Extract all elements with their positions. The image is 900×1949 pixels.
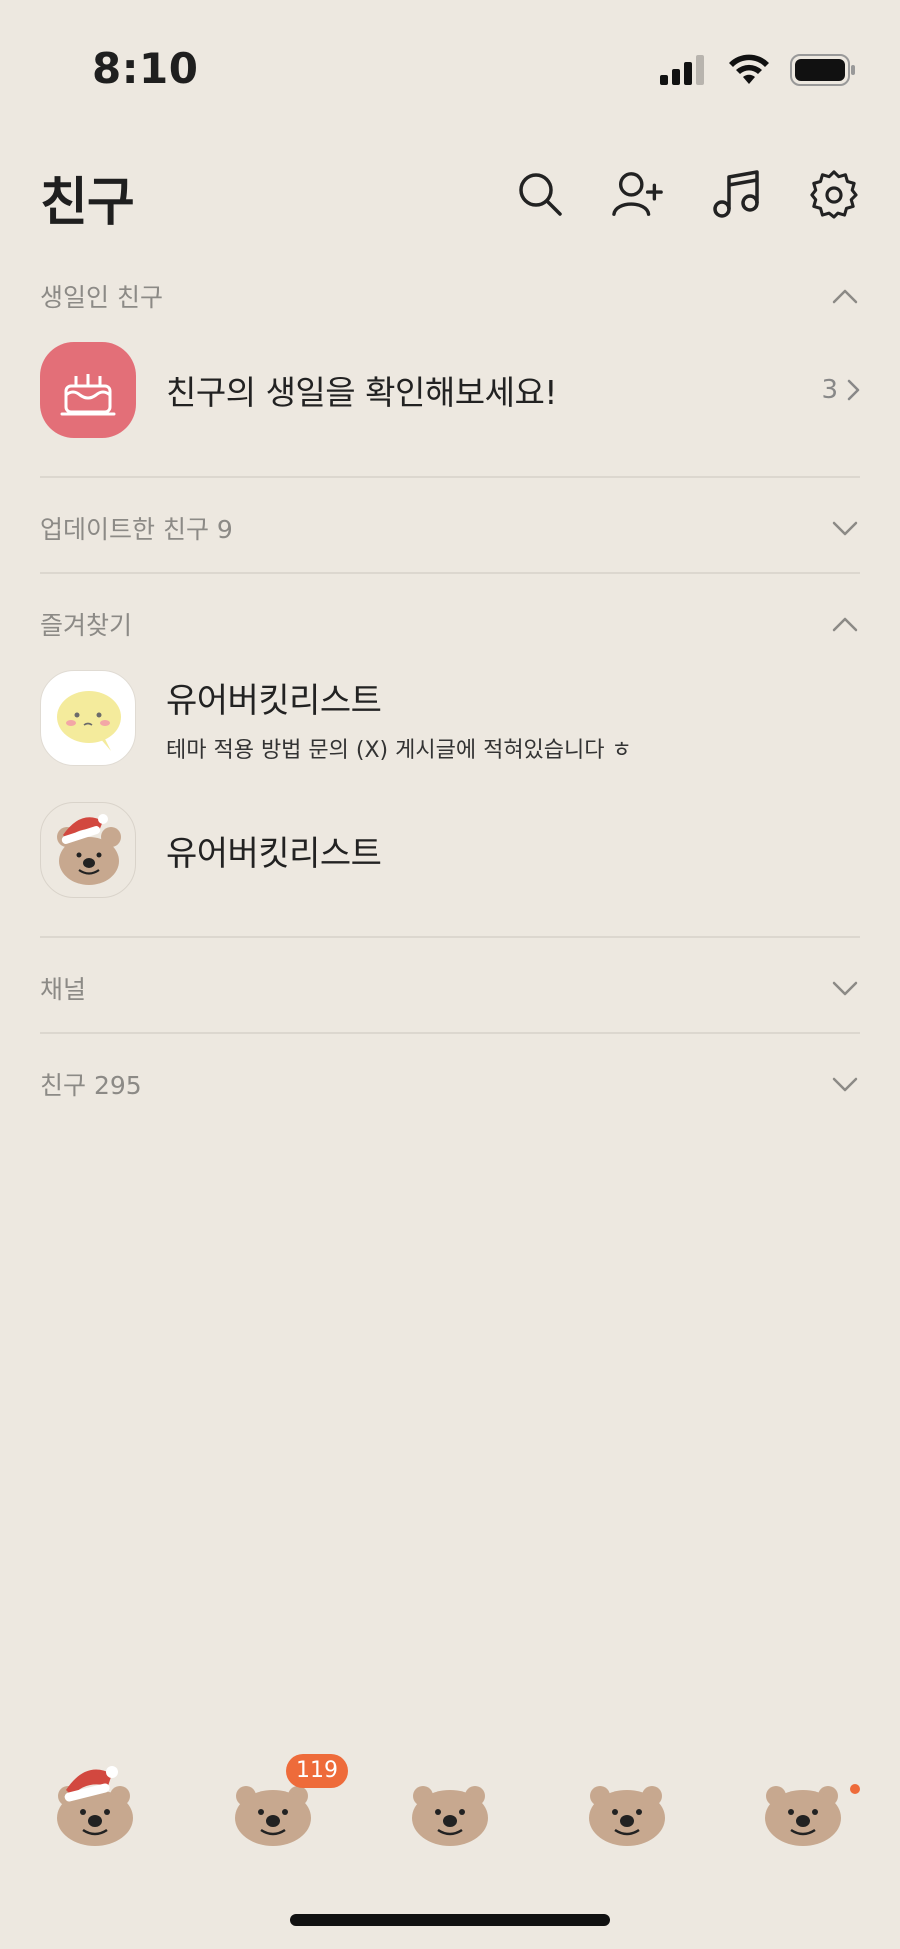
channel-section-header[interactable]: 채널 [40, 958, 860, 1018]
favorite-name: 유어버킷리스트 [166, 680, 382, 721]
chevron-down-icon[interactable] [830, 1069, 860, 1099]
status-bar: 8:10 [0, 0, 900, 140]
section-title-favorites: 즐겨찾기 [40, 611, 133, 640]
tab-more[interactable] [758, 1760, 860, 1850]
bear-avatar [40, 802, 136, 898]
divider [40, 572, 860, 574]
favorite-name: 유어버킷리스트 [166, 833, 382, 874]
tab-chats[interactable]: 119 [228, 1754, 348, 1850]
add-friend-icon[interactable] [612, 168, 664, 220]
new-indicator-dot [850, 1784, 860, 1794]
chevron-down-icon[interactable] [830, 973, 860, 1003]
tab-openchat[interactable] [405, 1760, 495, 1850]
status-time: 8:10 [92, 44, 199, 93]
music-icon[interactable] [710, 168, 762, 220]
birthday-cake-icon [40, 342, 136, 438]
battery-icon [790, 54, 855, 86]
signal-icon [660, 55, 704, 85]
speech-bubble-avatar [40, 670, 136, 766]
bear-icon [589, 1786, 665, 1846]
divider [40, 936, 860, 938]
divider [40, 476, 860, 478]
home-indicator [290, 1914, 610, 1926]
section-title-updated: 업데이트한 친구 9 [40, 515, 233, 544]
search-icon[interactable] [514, 168, 566, 220]
favorite-item[interactable]: 유어버킷리스트 테마 적용 방법 문의 (X) 게시글에 적혀있습니다 ㅎ [40, 670, 860, 766]
favorite-status-message: 테마 적용 방법 문의 (X) 게시글에 적혀있습니다 ㅎ [166, 737, 632, 763]
section-title-channel: 채널 [40, 975, 87, 1004]
updated-section-header[interactable]: 업데이트한 친구 9 [40, 498, 860, 558]
birthday-row[interactable]: 친구의 생일을 확인해보세요! 3 [40, 342, 860, 438]
tab-bar: 119 [0, 1754, 900, 1860]
section-title-friends: 친구 295 [40, 1071, 142, 1100]
favorite-item[interactable]: 유어버킷리스트 [40, 802, 860, 898]
tab-friends[interactable] [50, 1760, 140, 1850]
chevron-down-icon[interactable] [830, 513, 860, 543]
page-title: 친구 [40, 173, 135, 233]
bear-santa-icon [57, 1766, 133, 1846]
chats-unread-badge: 119 [286, 1754, 348, 1788]
birthday-section-header[interactable]: 생일인 친구 [40, 266, 860, 326]
divider [40, 1032, 860, 1034]
chevron-up-icon[interactable] [830, 609, 860, 639]
favorites-section-header[interactable]: 즐겨찾기 [40, 594, 860, 654]
chevron-right-icon [847, 379, 860, 401]
bear-icon [412, 1786, 488, 1846]
birthday-prompt: 친구의 생일을 확인해보세요! [166, 373, 558, 412]
chevron-up-icon[interactable] [830, 281, 860, 311]
birthday-count[interactable]: 3 [821, 375, 860, 405]
status-icons [660, 54, 856, 86]
section-title-birthday: 생일인 친구 [40, 283, 163, 312]
tab-shopping[interactable] [582, 1760, 672, 1850]
header: 친구 [40, 150, 860, 240]
friends-section-header[interactable]: 친구 295 [40, 1054, 860, 1114]
settings-icon[interactable] [808, 168, 860, 220]
bear-icon [765, 1786, 841, 1846]
birthday-count-value: 3 [821, 375, 838, 405]
header-actions [514, 168, 860, 220]
wifi-icon [729, 54, 769, 84]
